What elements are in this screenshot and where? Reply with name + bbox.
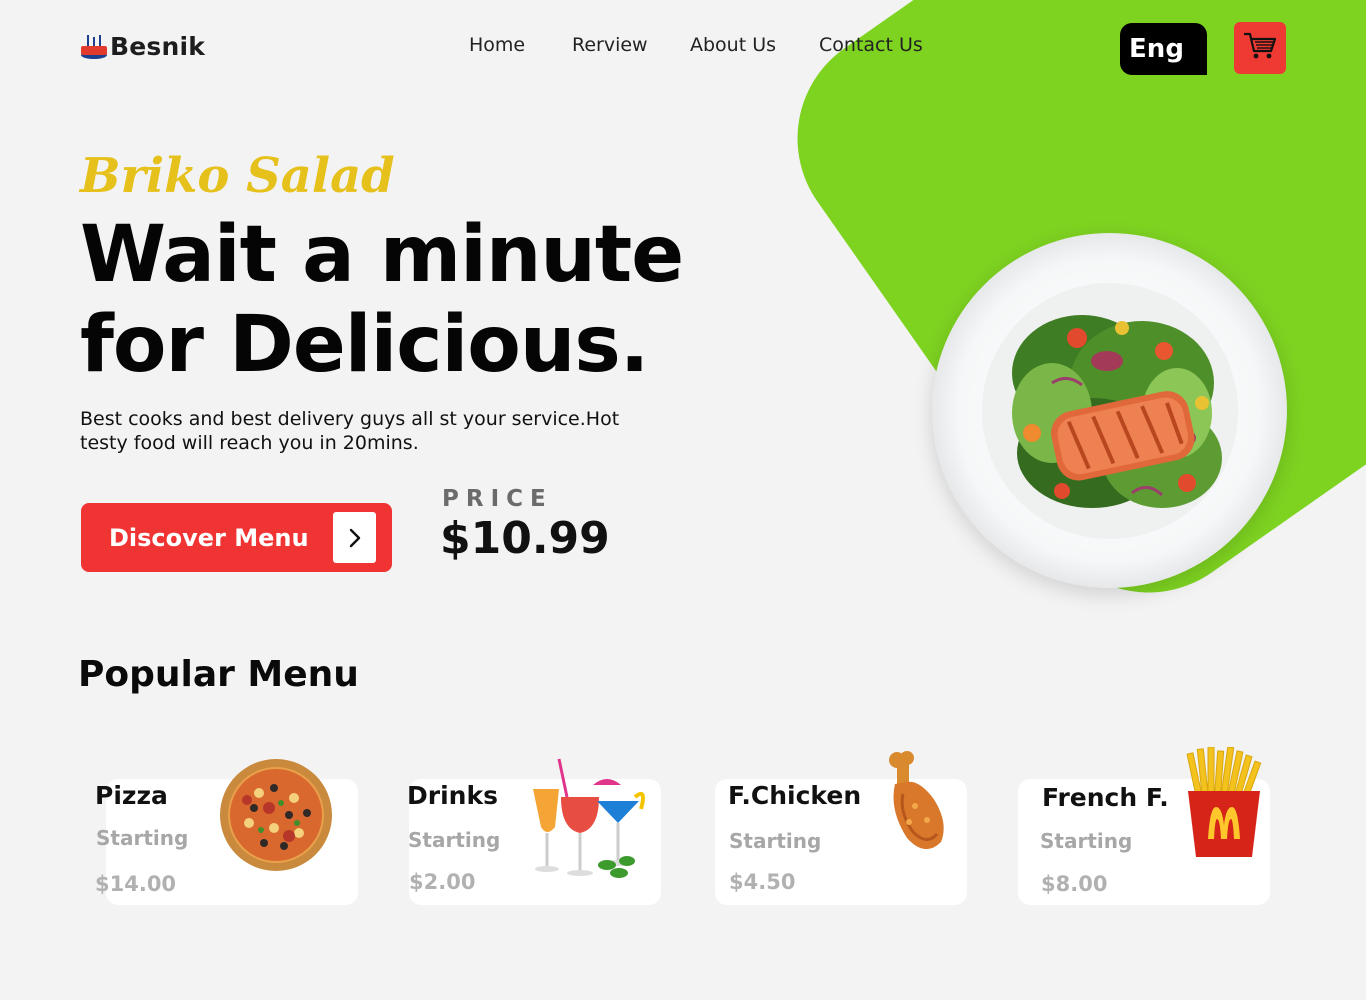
cart-icon: [1243, 31, 1277, 65]
menu-card-price: $14.00: [95, 872, 177, 896]
menu-card-name: French F.: [1042, 783, 1169, 812]
menu-card-starting: Starting: [408, 828, 501, 852]
hero-title: Wait a minute for Delicious.: [80, 210, 684, 390]
hero-title-line1: Wait a minute: [80, 210, 684, 300]
salad-plate-image: [932, 233, 1287, 588]
hero-description-line2: testy food will reach you in 20mins.: [80, 432, 419, 454]
chevron-right-icon: [333, 512, 376, 563]
logo-icon: [80, 33, 108, 61]
discover-menu-label: Discover Menu: [109, 523, 309, 552]
nav-review[interactable]: Rerview: [572, 34, 648, 56]
chicken-leg-icon: [885, 750, 949, 860]
menu-card-starting: Starting: [96, 826, 189, 850]
hero-description-line1: Best cooks and best delivery guys all st…: [80, 408, 620, 430]
menu-card-name: F.Chicken: [728, 781, 862, 810]
brand-name: Besnik: [110, 32, 206, 61]
price-label: PRICE: [442, 486, 553, 512]
french-fries-icon: [1186, 746, 1262, 865]
menu-card-name: Drinks: [407, 781, 498, 810]
menu-card-price: $4.50: [729, 870, 796, 894]
menu-card-starting: Starting: [729, 829, 822, 853]
price-value: $10.99: [440, 513, 610, 564]
nav-about[interactable]: About Us: [690, 34, 776, 56]
discover-menu-button[interactable]: Discover Menu: [81, 503, 392, 572]
brand-logo[interactable]: Besnik: [80, 32, 205, 61]
drinks-icon: [527, 757, 649, 887]
hero-script-title: Briko Salad: [80, 148, 395, 204]
nav-home[interactable]: Home: [469, 34, 525, 56]
cart-button[interactable]: [1234, 22, 1286, 74]
popular-menu-title: Popular Menu: [78, 654, 359, 695]
menu-card-starting: Starting: [1040, 829, 1133, 853]
nav-contact[interactable]: Contact Us: [819, 34, 923, 56]
language-button[interactable]: Eng: [1120, 23, 1207, 75]
language-label: Eng: [1129, 34, 1184, 64]
menu-card-price: $8.00: [1041, 872, 1108, 896]
menu-card-price: $2.00: [409, 870, 476, 894]
pizza-icon: [219, 758, 333, 876]
hero-title-line2: for Delicious.: [80, 300, 649, 390]
hero-description: Best cooks and best delivery guys all st…: [80, 407, 680, 455]
salad-icon: [982, 283, 1238, 539]
menu-card-name: Pizza: [95, 781, 168, 810]
